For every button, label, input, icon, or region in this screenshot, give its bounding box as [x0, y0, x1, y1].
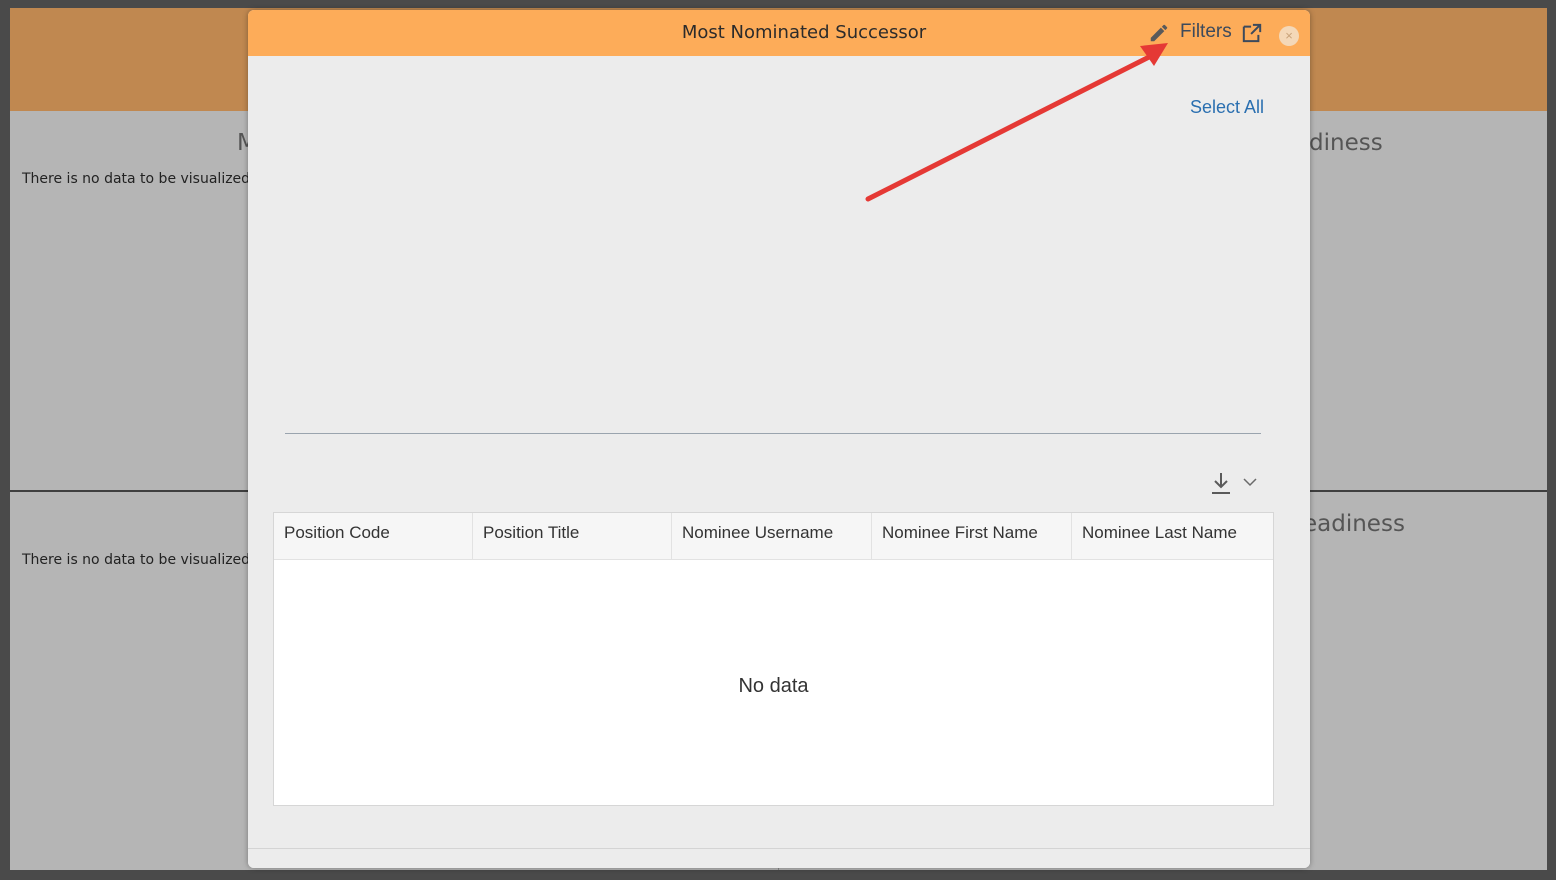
nominees-table: Position Code Position Title Nominee Use…: [273, 512, 1274, 806]
column-header-position-code[interactable]: Position Code: [274, 513, 473, 559]
column-header-position-title[interactable]: Position Title: [473, 513, 672, 559]
no-data-message-top-left: There is no data to be visualized.: [22, 171, 255, 187]
table-header: Position Code Position Title Nominee Use…: [274, 513, 1273, 560]
filters-link[interactable]: Filters: [1180, 21, 1232, 43]
no-data-message-bottom-left: There is no data to be visualized.: [22, 552, 255, 568]
column-header-nominee-last-name[interactable]: Nominee Last Name: [1072, 513, 1273, 559]
download-icon[interactable]: [1210, 471, 1232, 495]
dialog-header: Most Nominated Successor Filters ×: [248, 10, 1310, 56]
table-empty-message: No data: [738, 675, 809, 697]
chart-baseline: [285, 433, 1261, 434]
pencil-icon[interactable]: [1148, 22, 1170, 44]
tile-title-bottom-right: eadiness: [1303, 511, 1405, 537]
close-icon[interactable]: ×: [1279, 26, 1299, 46]
chart-area: [285, 130, 1261, 433]
column-header-nominee-username[interactable]: Nominee Username: [672, 513, 872, 559]
dialog-footer: [248, 848, 1310, 868]
chevron-down-icon[interactable]: [1243, 477, 1257, 487]
column-header-nominee-first-name[interactable]: Nominee First Name: [872, 513, 1072, 559]
select-all-link[interactable]: Select All: [1190, 97, 1264, 118]
most-nominated-successor-dialog: Most Nominated Successor Filters × Selec…: [248, 10, 1310, 868]
external-link-icon[interactable]: [1241, 23, 1263, 43]
tile-title-top-right: diness: [1309, 130, 1383, 156]
